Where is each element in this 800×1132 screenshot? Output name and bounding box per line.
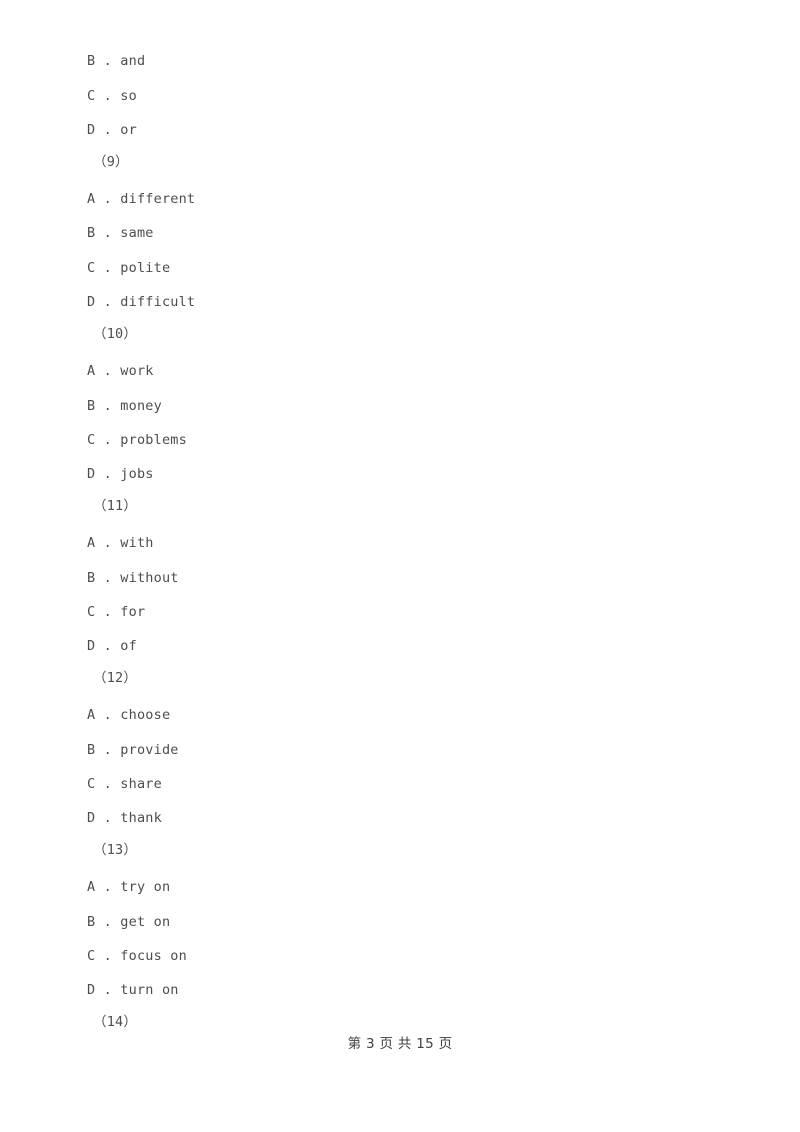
answer-option: D . of <box>87 638 137 654</box>
answer-option: A . try on <box>87 879 171 895</box>
answer-option: C . polite <box>87 260 171 276</box>
answer-option: C . for <box>87 604 146 620</box>
answer-option: B . same <box>87 225 154 241</box>
answer-option: D . turn on <box>87 982 179 998</box>
page-footer: 第 3 页 共 15 页 <box>347 1036 453 1052</box>
answer-option: B . money <box>87 398 162 414</box>
answer-option: A . different <box>87 191 196 207</box>
question-number: （12） <box>93 670 138 686</box>
document-page: B . and C . so D . or （9） A . different B . s… <box>0 0 800 1132</box>
answer-option: D . difficult <box>87 294 196 310</box>
question-number: （13） <box>93 842 138 858</box>
answer-option: A . choose <box>87 707 171 723</box>
answer-option: D . thank <box>87 810 162 826</box>
question-number: （14） <box>93 1014 138 1030</box>
answer-option: B . provide <box>87 742 179 758</box>
answer-option: C . problems <box>87 432 187 448</box>
answer-option: D . jobs <box>87 466 154 482</box>
answer-option: B . and <box>87 53 146 69</box>
answer-option: B . get on <box>87 914 171 930</box>
answer-option: A . with <box>87 535 154 551</box>
answer-option: D . or <box>87 122 137 138</box>
answer-option: C . share <box>87 776 162 792</box>
answer-option: C . so <box>87 88 137 104</box>
answer-option: C . focus on <box>87 948 187 964</box>
question-number: （10） <box>93 326 138 342</box>
answer-option: B . without <box>87 570 179 586</box>
question-number: （11） <box>93 498 138 514</box>
question-number: （9） <box>93 154 129 170</box>
answer-option: A . work <box>87 363 154 379</box>
